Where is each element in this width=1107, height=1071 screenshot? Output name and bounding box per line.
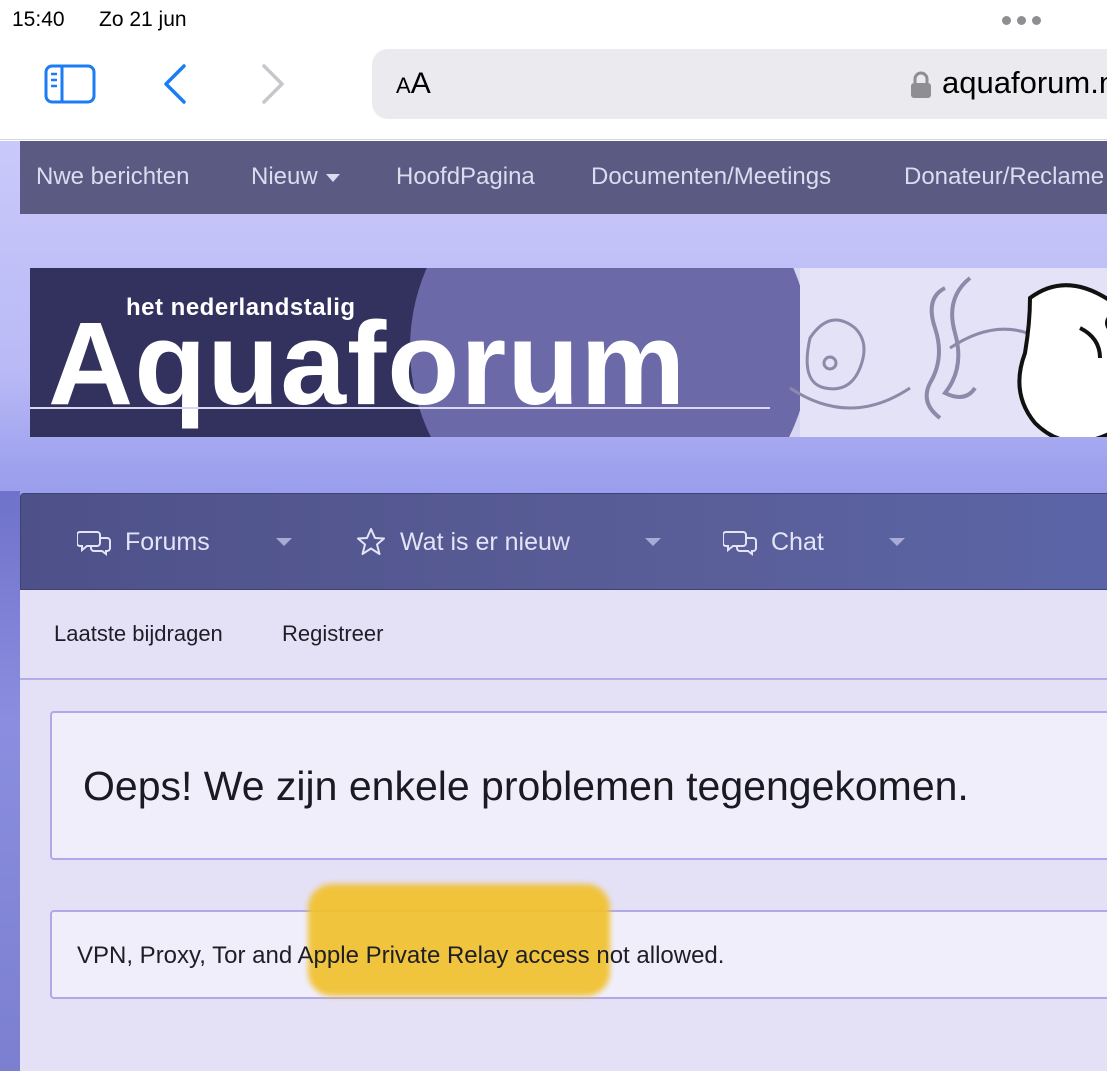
top-nav-item-new-posts[interactable]: Nwe berichten xyxy=(36,163,189,191)
lock-icon xyxy=(910,71,932,99)
top-nav-item-home[interactable]: HoofdPagina xyxy=(396,163,535,191)
main-nav-whats-new[interactable]: Wat is er nieuw xyxy=(356,522,570,562)
top-nav-item-donateur[interactable]: Donateur/Reclame xyxy=(904,163,1104,191)
main-nav: Forums Wat is er nieuw Chat xyxy=(20,493,1107,590)
address-bar[interactable]: AA aquaforum.nl xyxy=(372,49,1107,119)
browser-toolbar: AA aquaforum.nl xyxy=(0,40,1107,140)
web-page: Nwe berichten Nieuw HoofdPagina Document… xyxy=(0,141,1107,1071)
sidebar-icon[interactable] xyxy=(44,64,96,104)
reader-label-large: A xyxy=(410,67,431,100)
sub-nav-register[interactable]: Registreer xyxy=(282,621,383,647)
banner-divider xyxy=(30,407,770,409)
sub-nav-latest-posts[interactable]: Laatste bijdragen xyxy=(54,621,223,647)
forums-caret-down-icon[interactable] xyxy=(276,538,292,546)
banner-title: Aquaforum xyxy=(48,298,687,430)
whats-new-caret-down-icon[interactable] xyxy=(645,538,661,546)
reader-options-button[interactable]: AA xyxy=(396,67,431,101)
main-nav-forums-label: Forums xyxy=(125,527,210,556)
top-nav: Nwe berichten Nieuw HoofdPagina Document… xyxy=(20,141,1107,214)
status-bar: 15:40 Zo 21 jun xyxy=(0,0,1107,40)
main-nav-chat-label: Chat xyxy=(771,527,824,556)
error-title-box: Oeps! We zijn enkele problemen tegengeko… xyxy=(50,711,1107,860)
error-title: Oeps! We zijn enkele problemen tegengeko… xyxy=(83,763,969,809)
chat-bubbles-icon xyxy=(77,531,111,556)
star-icon xyxy=(357,528,385,555)
fish-illustration-icon xyxy=(789,276,1107,437)
error-message-box: VPN, Proxy, Tor and Apple Private Relay … xyxy=(50,884,1107,999)
sub-nav: Laatste bijdragen Registreer xyxy=(20,590,1107,680)
error-message: VPN, Proxy, Tor and Apple Private Relay … xyxy=(77,942,725,969)
main-nav-chat[interactable]: Chat xyxy=(723,522,824,562)
chevron-right-icon[interactable] xyxy=(258,62,288,106)
url-text: aquaforum.nl xyxy=(942,65,1107,100)
status-date: Zo 21 jun xyxy=(99,8,187,31)
main-nav-whats-new-label: Wat is er nieuw xyxy=(400,527,570,556)
status-time: 15:40 xyxy=(12,8,65,31)
top-nav-item-documents[interactable]: Documenten/Meetings xyxy=(591,163,831,191)
chevron-left-icon[interactable] xyxy=(160,62,190,106)
background-strip xyxy=(0,491,20,1071)
reader-label-small: A xyxy=(396,73,411,98)
multitasking-dots-icon[interactable] xyxy=(1002,16,1041,25)
site-logo-banner[interactable]: het nederlandstalig Aquaforum xyxy=(30,268,1107,437)
top-nav-item-new-label: Nieuw xyxy=(251,163,318,190)
top-nav-item-new[interactable]: Nieuw xyxy=(251,163,340,191)
main-nav-forums[interactable]: Forums xyxy=(77,522,210,562)
chat-bubbles-icon xyxy=(723,531,757,556)
highlight-mark xyxy=(308,884,610,996)
chat-caret-down-icon[interactable] xyxy=(889,538,905,546)
caret-down-icon xyxy=(325,173,340,182)
content-area: Laatste bijdragen Registreer Oeps! We zi… xyxy=(20,590,1107,1071)
